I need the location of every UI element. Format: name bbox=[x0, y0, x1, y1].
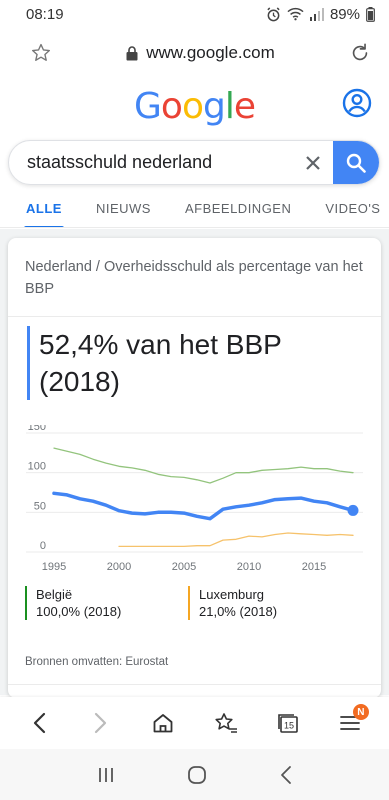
source-text: Bronnen omvatten: Eurostat bbox=[25, 656, 169, 668]
recent-apps-icon[interactable] bbox=[96, 766, 116, 784]
logo-letter: G bbox=[134, 86, 162, 127]
x-tick-label: 2005 bbox=[172, 561, 196, 573]
divider bbox=[8, 684, 381, 685]
logo-letter: g bbox=[202, 86, 226, 127]
back-button[interactable] bbox=[19, 703, 59, 743]
tab-alle[interactable]: ALLE bbox=[24, 190, 64, 227]
knowledge-card: Nederland / Overheidsschuld als percenta… bbox=[8, 238, 381, 698]
bookmarks-button[interactable] bbox=[206, 703, 246, 743]
browser-toolbar: 15 N bbox=[0, 697, 389, 749]
x-tick-label: 2000 bbox=[107, 561, 131, 573]
logo-letter: o bbox=[160, 86, 183, 127]
browser-address-bar: www.google.com bbox=[0, 28, 389, 78]
menu-button[interactable]: N bbox=[330, 703, 370, 743]
clear-search-button[interactable] bbox=[293, 141, 333, 184]
series-line-nederland bbox=[52, 491, 355, 521]
url-text: www.google.com bbox=[146, 43, 275, 62]
chevron-left-icon bbox=[33, 712, 46, 734]
divider bbox=[8, 316, 381, 317]
account-icon[interactable] bbox=[342, 88, 372, 118]
headline-value: 52,4% van het BBP (2018) bbox=[27, 326, 282, 400]
legend-item-belgie[interactable]: België 100,0% (2018) bbox=[25, 586, 121, 620]
status-time: 08:19 bbox=[26, 5, 64, 23]
notification-badge-icon: N bbox=[352, 704, 369, 720]
tabs-icon: 15 bbox=[277, 714, 298, 733]
logo-letter: e bbox=[233, 86, 256, 127]
y-tick-label: 100 bbox=[28, 461, 46, 473]
search-button[interactable] bbox=[333, 141, 379, 184]
legend-name: België bbox=[36, 587, 73, 602]
y-tick-label: 50 bbox=[34, 500, 46, 512]
headline-value-line2: (2018) bbox=[39, 366, 120, 397]
close-icon bbox=[306, 155, 320, 170]
series-line-luxemburg bbox=[118, 532, 354, 548]
star-list-icon bbox=[214, 713, 237, 733]
home-icon bbox=[153, 714, 173, 733]
headline-value-line1: 52,4% van het BBP bbox=[39, 329, 282, 360]
legend-name: Luxemburg bbox=[199, 587, 265, 602]
logo-letter: l bbox=[224, 86, 235, 127]
tab-label: AFBEELDINGEN bbox=[184, 201, 292, 216]
system-back-icon[interactable] bbox=[279, 765, 293, 785]
y-tick-label: 150 bbox=[28, 425, 46, 433]
svg-text:15: 15 bbox=[284, 721, 294, 731]
series-line-belgië bbox=[53, 447, 354, 484]
wifi-icon bbox=[287, 7, 304, 21]
system-navigation-bar bbox=[0, 749, 389, 800]
forward-button[interactable] bbox=[81, 703, 121, 743]
search-box: staatsschuld nederland bbox=[8, 140, 380, 185]
signal-icon bbox=[309, 7, 324, 21]
google-header: Google bbox=[0, 78, 389, 138]
legend-value: 21,0% (2018) bbox=[199, 604, 278, 619]
search-input[interactable]: staatsschuld nederland bbox=[9, 152, 293, 173]
bookmark-star-icon[interactable] bbox=[30, 42, 52, 64]
battery-icon bbox=[366, 6, 375, 22]
home-button[interactable] bbox=[143, 703, 183, 743]
status-bar: 08:19 89% bbox=[0, 0, 389, 28]
x-tick-label: 2010 bbox=[237, 561, 261, 573]
series-endpoint-marker bbox=[347, 504, 359, 516]
tab-afbeeldingen[interactable]: AFBEELDINGEN bbox=[184, 190, 292, 227]
chart-legend: België 100,0% (2018) Luxemburg 21,0% (20… bbox=[25, 586, 365, 626]
card-breadcrumb[interactable]: Nederland / Overheidsschuld als percenta… bbox=[25, 256, 367, 300]
legend-item-luxemburg[interactable]: Luxemburg 21,0% (2018) bbox=[188, 586, 277, 620]
search-tabs: ALLE NIEUWS AFBEELDINGEN VIDEO'S N bbox=[0, 190, 389, 228]
tab-label: ALLE bbox=[26, 201, 62, 216]
google-logo[interactable]: Google bbox=[0, 86, 389, 127]
debt-chart[interactable]: 0 50 100 150 1995 2000 2005 2010 2015 bbox=[8, 425, 381, 575]
tab-nieuws[interactable]: NIEUWS bbox=[95, 190, 151, 227]
home-circle-icon[interactable] bbox=[187, 765, 207, 785]
tab-videos[interactable]: VIDEO'S bbox=[325, 190, 381, 227]
legend-value: 100,0% (2018) bbox=[36, 604, 122, 619]
battery-percentage: 89% bbox=[329, 5, 360, 23]
x-tick-label: 2015 bbox=[302, 561, 326, 573]
logo-letter: o bbox=[181, 86, 204, 127]
search-icon bbox=[346, 153, 366, 173]
tab-label: VIDEO'S bbox=[325, 201, 381, 216]
chevron-right-icon bbox=[95, 712, 107, 734]
alarm-icon bbox=[267, 6, 280, 21]
url-field[interactable]: www.google.com bbox=[126, 43, 275, 63]
reload-icon[interactable] bbox=[349, 42, 371, 64]
status-icons: 89% bbox=[266, 6, 375, 23]
lock-icon bbox=[126, 45, 138, 60]
y-tick-label: 0 bbox=[40, 540, 46, 552]
tab-label: NIEUWS bbox=[95, 201, 151, 216]
x-tick-label: 1995 bbox=[42, 561, 66, 573]
tabs-button[interactable]: 15 bbox=[268, 703, 308, 743]
